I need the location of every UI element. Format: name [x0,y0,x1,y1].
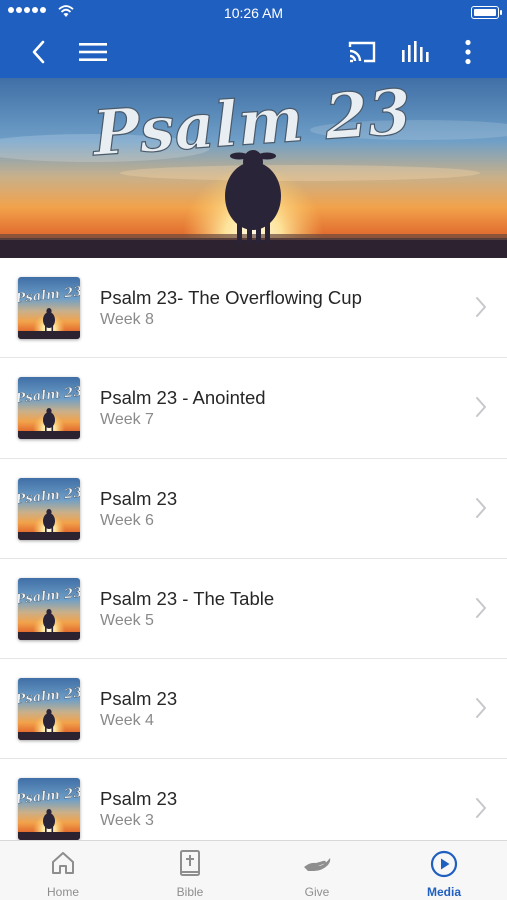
tab-bar: Home Bible Give Media [0,840,507,900]
series-thumbnail: Psalm 23 [18,778,80,840]
hamburger-menu-icon [79,43,107,61]
chevron-right-icon [476,497,486,518]
tab-home[interactable]: Home [0,841,126,900]
item-subtitle: Week 5 [100,611,154,629]
series-thumbnail: Psalm 23 [18,377,80,440]
series-thumbnail: Psalm 23 [18,678,80,741]
back-button[interactable] [22,26,54,78]
list-item[interactable]: Psalm 23 Psalm 23 - Anointed Week 7 [0,358,507,459]
battery-icon [471,6,502,19]
give-icon [304,858,331,871]
chevron-left-icon [32,40,45,64]
list-item[interactable]: Psalm 23 Psalm 23 - The Table Week 5 [0,559,507,660]
cast-icon [348,41,376,63]
tab-give[interactable]: Give [254,841,380,900]
item-subtitle: Week 7 [100,411,154,429]
more-options-button[interactable] [456,26,480,78]
series-banner: Psalm 23 [0,78,507,258]
tab-media[interactable]: Media [381,841,507,900]
chevron-right-icon [476,698,486,719]
audio-levels-button[interactable] [398,26,432,78]
cast-button[interactable] [344,26,380,78]
list-item[interactable]: Psalm 23 Psalm 23 Week 3 [0,759,507,840]
navigation-bar [0,26,507,78]
item-title: Psalm 23 [100,688,178,710]
item-title: Psalm 23 - The Table [100,587,275,609]
series-thumbnail: Psalm 23 [18,477,80,540]
item-subtitle: Week 6 [100,511,154,529]
status-bar: 10:26 AM [0,0,507,26]
bible-icon [180,850,200,876]
media-play-icon [430,850,458,878]
chevron-right-icon [476,798,486,819]
list-item[interactable]: Psalm 23 Psalm 23 Week 4 [0,659,507,760]
tab-label: Bible [176,885,204,899]
tab-label: Media [426,885,461,899]
item-title: Psalm 23 - Anointed [100,387,266,409]
home-icon [52,852,74,874]
list-item[interactable]: Psalm 23 Psalm 23- The Overflowing Cup W… [0,258,507,359]
menu-button[interactable] [76,26,110,78]
item-title: Psalm 23 [100,487,178,509]
more-vertical-icon [465,39,471,65]
audio-bars-icon [402,41,429,62]
series-thumbnail: Psalm 23 [18,277,80,339]
item-subtitle: Week 4 [100,712,154,730]
series-artwork: Psalm 23 [0,78,507,258]
tab-label: Home [46,885,79,899]
series-thumbnail: Psalm 23 [18,577,80,640]
media-list: Psalm 23 Psalm 23- The Overflowing Cup W… [0,258,507,840]
chevron-right-icon [476,597,486,618]
item-subtitle: Week 3 [100,812,154,830]
item-title: Psalm 23- The Overflowing Cup [100,287,362,308]
item-subtitle: Week 8 [100,311,154,328]
list-item[interactable]: Psalm 23 Psalm 23 Week 6 [0,459,507,559]
status-time: 10:26 AM [223,5,284,21]
chevron-right-icon [476,397,486,418]
chevron-right-icon [476,297,486,317]
tab-bible[interactable]: Bible [127,841,253,900]
tab-label: Give [304,885,330,899]
item-title: Psalm 23 [100,788,178,810]
